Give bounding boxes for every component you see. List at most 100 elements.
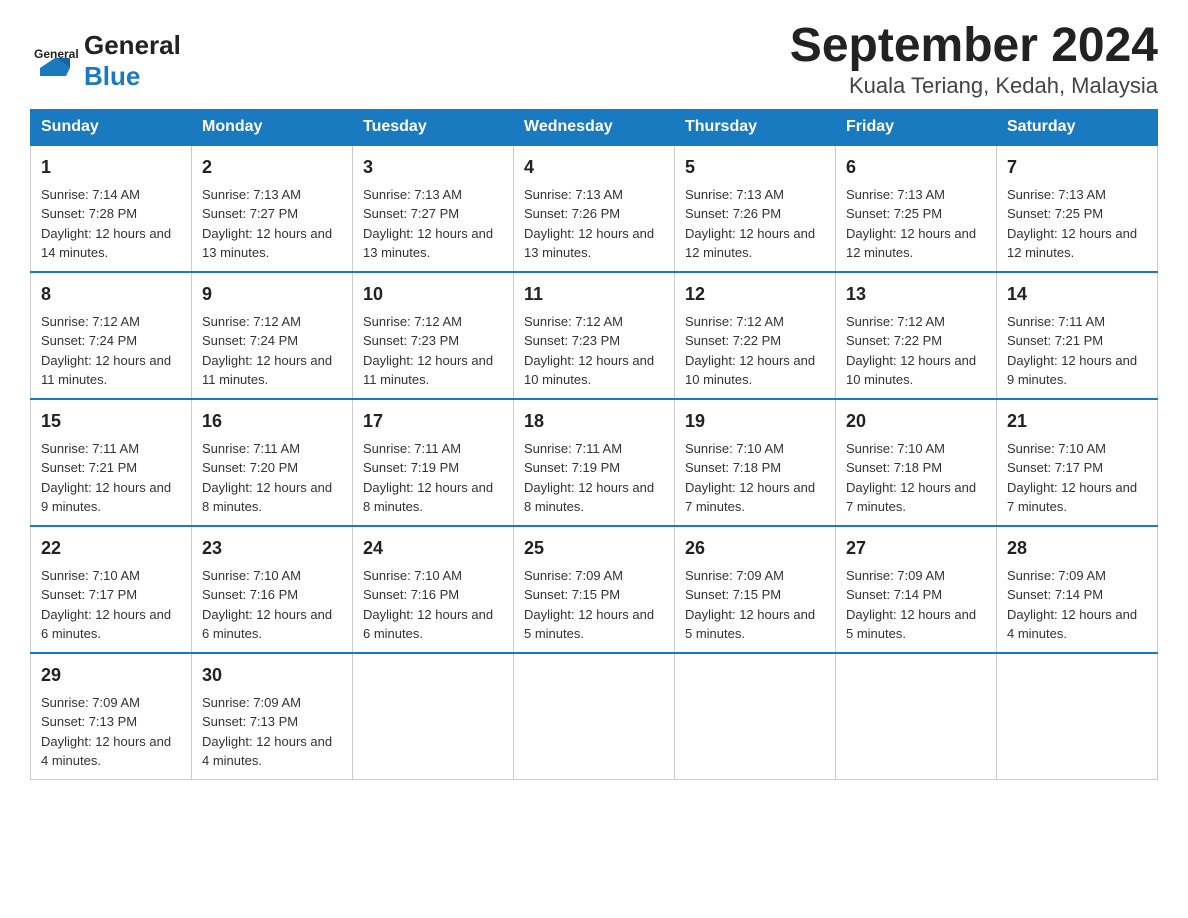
day-sunset: Sunset: 7:25 PM bbox=[846, 206, 942, 221]
day-daylight: Daylight: 12 hours and 11 minutes. bbox=[363, 353, 493, 388]
day-sunset: Sunset: 7:13 PM bbox=[41, 714, 137, 729]
day-sunrise: Sunrise: 7:13 AM bbox=[363, 187, 462, 202]
day-number: 16 bbox=[202, 408, 342, 435]
day-number: 9 bbox=[202, 281, 342, 308]
day-cell-1: 1 Sunrise: 7:14 AM Sunset: 7:28 PM Dayli… bbox=[31, 145, 192, 272]
logo-icon: General bbox=[30, 36, 80, 86]
day-number: 29 bbox=[41, 662, 181, 689]
day-sunrise: Sunrise: 7:10 AM bbox=[202, 568, 301, 583]
day-sunrise: Sunrise: 7:11 AM bbox=[1007, 314, 1105, 329]
day-cell-9: 9 Sunrise: 7:12 AM Sunset: 7:24 PM Dayli… bbox=[192, 272, 353, 399]
day-cell-6: 6 Sunrise: 7:13 AM Sunset: 7:25 PM Dayli… bbox=[836, 145, 997, 272]
day-number: 20 bbox=[846, 408, 986, 435]
day-cell-19: 19 Sunrise: 7:10 AM Sunset: 7:18 PM Dayl… bbox=[675, 399, 836, 526]
empty-cell bbox=[353, 653, 514, 780]
day-sunset: Sunset: 7:16 PM bbox=[202, 587, 298, 602]
day-sunrise: Sunrise: 7:13 AM bbox=[685, 187, 784, 202]
day-number: 14 bbox=[1007, 281, 1147, 308]
day-sunrise: Sunrise: 7:09 AM bbox=[846, 568, 945, 583]
week-row-2: 8 Sunrise: 7:12 AM Sunset: 7:24 PM Dayli… bbox=[31, 272, 1158, 399]
day-cell-15: 15 Sunrise: 7:11 AM Sunset: 7:21 PM Dayl… bbox=[31, 399, 192, 526]
day-sunset: Sunset: 7:27 PM bbox=[363, 206, 459, 221]
day-sunset: Sunset: 7:20 PM bbox=[202, 460, 298, 475]
day-daylight: Daylight: 12 hours and 12 minutes. bbox=[846, 226, 976, 261]
day-sunset: Sunset: 7:21 PM bbox=[41, 460, 137, 475]
day-sunset: Sunset: 7:18 PM bbox=[685, 460, 781, 475]
day-sunrise: Sunrise: 7:11 AM bbox=[363, 441, 461, 456]
column-header-monday: Monday bbox=[192, 109, 353, 145]
day-daylight: Daylight: 12 hours and 6 minutes. bbox=[202, 607, 332, 642]
day-sunrise: Sunrise: 7:13 AM bbox=[846, 187, 945, 202]
column-header-saturday: Saturday bbox=[997, 109, 1158, 145]
day-sunrise: Sunrise: 7:10 AM bbox=[41, 568, 140, 583]
day-sunset: Sunset: 7:22 PM bbox=[685, 333, 781, 348]
day-number: 23 bbox=[202, 535, 342, 562]
day-sunset: Sunset: 7:21 PM bbox=[1007, 333, 1103, 348]
day-sunrise: Sunrise: 7:12 AM bbox=[363, 314, 462, 329]
calendar-subtitle: Kuala Teriang, Kedah, Malaysia bbox=[790, 73, 1158, 99]
column-header-wednesday: Wednesday bbox=[514, 109, 675, 145]
day-cell-3: 3 Sunrise: 7:13 AM Sunset: 7:27 PM Dayli… bbox=[353, 145, 514, 272]
day-sunset: Sunset: 7:22 PM bbox=[846, 333, 942, 348]
day-number: 4 bbox=[524, 154, 664, 181]
day-sunset: Sunset: 7:23 PM bbox=[524, 333, 620, 348]
day-sunrise: Sunrise: 7:13 AM bbox=[202, 187, 301, 202]
day-daylight: Daylight: 12 hours and 13 minutes. bbox=[524, 226, 654, 261]
day-cell-2: 2 Sunrise: 7:13 AM Sunset: 7:27 PM Dayli… bbox=[192, 145, 353, 272]
day-sunset: Sunset: 7:24 PM bbox=[41, 333, 137, 348]
day-sunrise: Sunrise: 7:12 AM bbox=[846, 314, 945, 329]
day-daylight: Daylight: 12 hours and 11 minutes. bbox=[41, 353, 171, 388]
day-sunset: Sunset: 7:14 PM bbox=[846, 587, 942, 602]
day-sunset: Sunset: 7:13 PM bbox=[202, 714, 298, 729]
day-sunrise: Sunrise: 7:12 AM bbox=[524, 314, 623, 329]
day-daylight: Daylight: 12 hours and 10 minutes. bbox=[846, 353, 976, 388]
day-sunrise: Sunrise: 7:10 AM bbox=[363, 568, 462, 583]
day-cell-20: 20 Sunrise: 7:10 AM Sunset: 7:18 PM Dayl… bbox=[836, 399, 997, 526]
calendar-title: September 2024 bbox=[790, 20, 1158, 73]
day-sunrise: Sunrise: 7:12 AM bbox=[202, 314, 301, 329]
day-number: 26 bbox=[685, 535, 825, 562]
week-row-4: 22 Sunrise: 7:10 AM Sunset: 7:17 PM Dayl… bbox=[31, 526, 1158, 653]
day-number: 13 bbox=[846, 281, 986, 308]
day-daylight: Daylight: 12 hours and 12 minutes. bbox=[685, 226, 815, 261]
day-cell-26: 26 Sunrise: 7:09 AM Sunset: 7:15 PM Dayl… bbox=[675, 526, 836, 653]
day-number: 24 bbox=[363, 535, 503, 562]
day-cell-21: 21 Sunrise: 7:10 AM Sunset: 7:17 PM Dayl… bbox=[997, 399, 1158, 526]
column-header-sunday: Sunday bbox=[31, 109, 192, 145]
day-daylight: Daylight: 12 hours and 4 minutes. bbox=[1007, 607, 1137, 642]
day-daylight: Daylight: 12 hours and 4 minutes. bbox=[41, 734, 171, 769]
week-row-1: 1 Sunrise: 7:14 AM Sunset: 7:28 PM Dayli… bbox=[31, 145, 1158, 272]
empty-cell bbox=[514, 653, 675, 780]
day-cell-7: 7 Sunrise: 7:13 AM Sunset: 7:25 PM Dayli… bbox=[997, 145, 1158, 272]
day-number: 12 bbox=[685, 281, 825, 308]
day-sunset: Sunset: 7:24 PM bbox=[202, 333, 298, 348]
day-number: 8 bbox=[41, 281, 181, 308]
day-daylight: Daylight: 12 hours and 6 minutes. bbox=[363, 607, 493, 642]
day-sunset: Sunset: 7:17 PM bbox=[41, 587, 137, 602]
day-sunset: Sunset: 7:19 PM bbox=[363, 460, 459, 475]
day-daylight: Daylight: 12 hours and 7 minutes. bbox=[846, 480, 976, 515]
day-daylight: Daylight: 12 hours and 7 minutes. bbox=[1007, 480, 1137, 515]
day-cell-25: 25 Sunrise: 7:09 AM Sunset: 7:15 PM Dayl… bbox=[514, 526, 675, 653]
day-sunset: Sunset: 7:26 PM bbox=[685, 206, 781, 221]
day-daylight: Daylight: 12 hours and 5 minutes. bbox=[685, 607, 815, 642]
day-sunrise: Sunrise: 7:12 AM bbox=[685, 314, 784, 329]
day-cell-5: 5 Sunrise: 7:13 AM Sunset: 7:26 PM Dayli… bbox=[675, 145, 836, 272]
day-sunset: Sunset: 7:18 PM bbox=[846, 460, 942, 475]
day-number: 22 bbox=[41, 535, 181, 562]
day-number: 17 bbox=[363, 408, 503, 435]
day-number: 3 bbox=[363, 154, 503, 181]
day-sunrise: Sunrise: 7:11 AM bbox=[202, 441, 300, 456]
day-cell-29: 29 Sunrise: 7:09 AM Sunset: 7:13 PM Dayl… bbox=[31, 653, 192, 780]
day-sunrise: Sunrise: 7:09 AM bbox=[41, 695, 140, 710]
logo-general: General bbox=[84, 30, 181, 60]
day-sunrise: Sunrise: 7:09 AM bbox=[524, 568, 623, 583]
day-sunset: Sunset: 7:15 PM bbox=[524, 587, 620, 602]
day-daylight: Daylight: 12 hours and 11 minutes. bbox=[202, 353, 332, 388]
day-sunset: Sunset: 7:14 PM bbox=[1007, 587, 1103, 602]
empty-cell bbox=[675, 653, 836, 780]
day-daylight: Daylight: 12 hours and 12 minutes. bbox=[1007, 226, 1137, 261]
day-daylight: Daylight: 12 hours and 7 minutes. bbox=[685, 480, 815, 515]
day-sunrise: Sunrise: 7:09 AM bbox=[202, 695, 301, 710]
day-number: 30 bbox=[202, 662, 342, 689]
